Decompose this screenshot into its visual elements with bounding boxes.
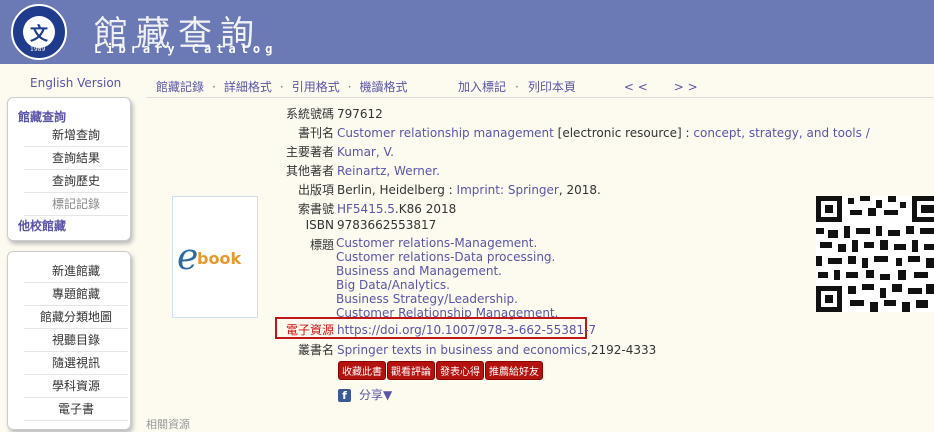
print-page-link[interactable]: 列印本頁 [528,80,576,94]
record-toolbar: 館藏記錄 · 詳細格式 · 引用格式 · 機讀格式 [156,80,408,94]
sidebar-item-classification-map[interactable]: 館藏分類地圖 [24,306,128,329]
field-series: 叢書名 Springer texts in business and econom… [297,343,657,357]
title-rest-link[interactable]: concept, strategy, and tools / [693,126,869,140]
subject-link[interactable]: Customer relations-Management. [336,236,537,250]
previous-record-link[interactable]: < < [624,80,648,94]
tab-citation-format[interactable]: 引用格式 [292,80,340,94]
ebook-e-glyph: e [177,237,199,278]
subject-link[interactable]: Business Strategy/Leadership. [336,292,518,306]
field-other-author: 其他著者 Reinartz, Werner. [285,164,440,178]
sidebar-item-new-arrivals[interactable]: 新進館藏 [24,260,128,283]
subject-link[interactable]: Customer relations-Data processing. [336,250,555,264]
other-author-link[interactable]: Reinartz, Werner. [337,164,440,178]
field-electronic-resource: 電子資源 https://doi.org/10.1007/978-3-662-55… [285,323,597,337]
field-title: 書刊名 Customer relationship management [ele… [297,126,870,140]
record-actions-toolbar: 加入標記 · 列印本頁 < < > > [458,80,698,94]
add-tag-link[interactable]: 加入標記 [458,80,506,94]
site-title-en: Library Catalog [94,42,278,56]
sidebar-item-results[interactable]: 查詢結果 [24,147,128,170]
toolbar-divider [146,97,934,98]
record-action-buttons: 收藏此書 觀看評論 發表心得 推薦給好友 [338,361,544,380]
next-record-link[interactable]: > > [674,80,698,94]
write-review-button[interactable]: 發表心得 [436,361,484,380]
facebook-icon[interactable]: f [338,389,351,402]
title-link[interactable]: Customer relationship management [337,126,554,140]
subject-link[interactable]: Big Data/Analytics. [336,278,450,292]
tab-holdings[interactable]: 館藏記錄 [156,80,204,94]
sidebar-item-ebooks[interactable]: 電子書 [24,398,128,421]
publisher-link[interactable]: Imprint: Springer [457,183,559,197]
sidebar-head-catalog[interactable]: 館藏查詢 [18,108,66,125]
sidebar-item-av-catalog[interactable]: 視聽目錄 [24,329,128,352]
author-link[interactable]: Kumar, V. [337,145,394,159]
sidebar-item-special-collections[interactable]: 專題館藏 [24,283,128,306]
sidebar-item-history[interactable]: 查詢歷史 [24,170,128,193]
sidebar-item-other-libraries[interactable]: 他校館藏 [18,217,66,234]
recommend-button[interactable]: 推薦給好友 [485,361,543,380]
english-version-link[interactable]: English Version [30,76,121,90]
header-banner: 文 1989 館藏查詢 Library Catalog [0,0,934,64]
university-logo[interactable]: 文 1989 [11,4,67,60]
sidebar-item-video-on-demand[interactable]: 隨選視訊 [24,352,128,375]
qr-code-icon [816,196,934,312]
sidebar-item-new-search[interactable]: 新增查詢 [24,124,128,147]
field-publication: 出版項 Berlin, Heidelberg : Imprint: Springe… [297,183,601,197]
subject-link[interactable]: Business and Management. [336,264,502,278]
sidebar-catalog-box: 館藏查詢 新增查詢 查詢結果 查詢歷史 標記記錄 他校館藏 [7,97,131,241]
bookmark-button[interactable]: 收藏此書 [338,361,386,380]
share-control[interactable]: f 分享▼ [338,386,392,403]
share-label[interactable]: 分享▼ [359,388,392,402]
field-call-number: 索書號 HF5415.5.K86 2018 [297,202,457,216]
bottom-section-title: 相關資源 [146,418,190,431]
tab-detailed-format[interactable]: 詳細格式 [224,80,272,94]
series-link[interactable]: Springer texts in business and economics [337,343,587,357]
qr-code-graphic [816,196,934,312]
tab-marc-format[interactable]: 機讀格式 [360,80,408,94]
field-system-number: 系統號碼 797612 [285,107,383,121]
call-number-link[interactable]: HF5415.5 [337,202,395,216]
electronic-resource-link[interactable]: https://doi.org/10.1007/978-3-662-55381-… [337,323,596,337]
logo-emblem-icon: 文 [23,16,55,48]
ebook-label: book [197,249,242,268]
field-main-author: 主要著者 Kumar, V. [285,145,394,159]
view-reviews-button[interactable]: 觀看評論 [387,361,435,380]
sidebar-resources-box: 新進館藏 專題館藏 館藏分類地圖 視聽目錄 隨選視訊 學科資源 電子書 [7,251,131,430]
sidebar-item-subject-resources[interactable]: 學科資源 [24,375,128,398]
logo-year: 1989 [30,46,46,53]
field-isbn: ISBN 9783662553817 [305,218,437,232]
sidebar-item-tagged[interactable]: 標記記錄 [24,193,128,216]
